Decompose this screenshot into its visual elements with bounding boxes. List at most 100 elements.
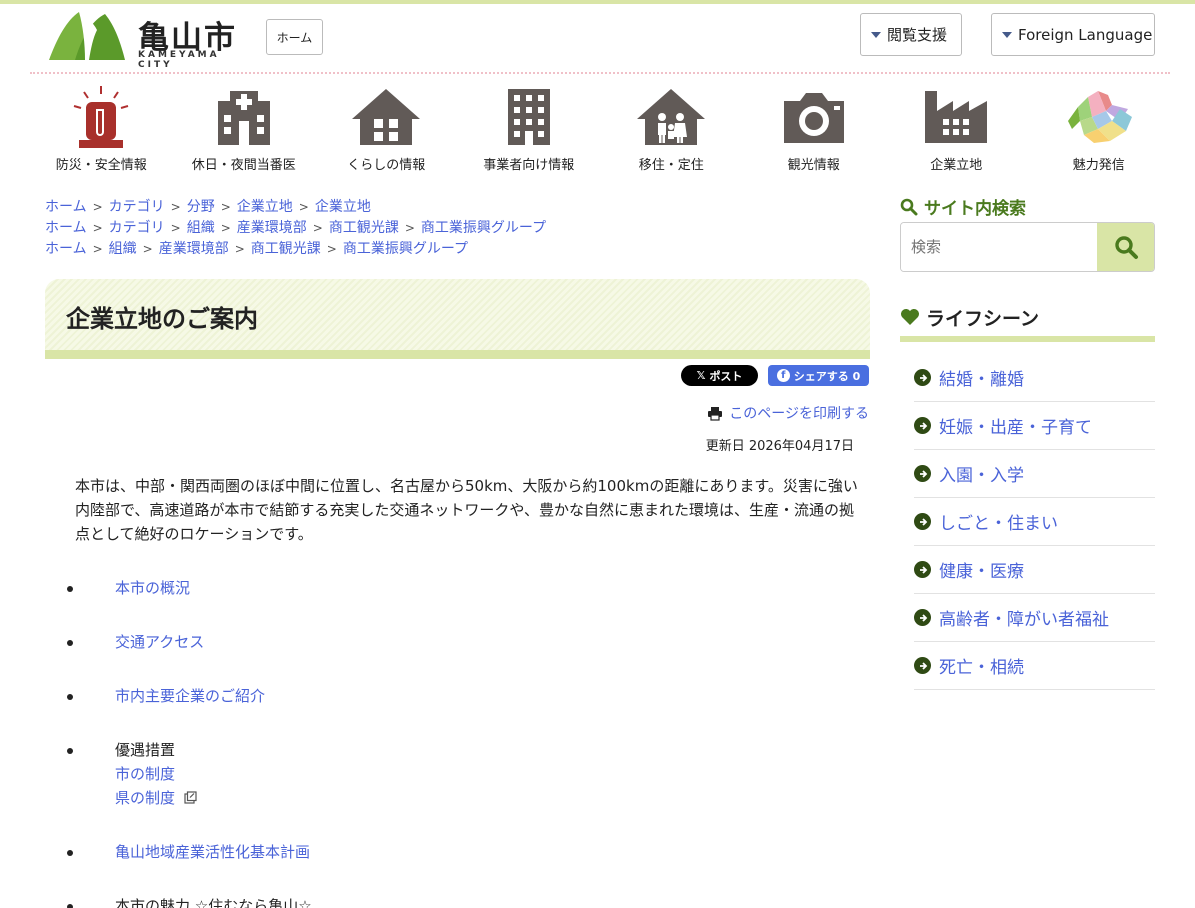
life-item-label: しごと・住まい <box>939 514 1058 534</box>
life-item[interactable]: 結婚・離婚 <box>914 354 1155 402</box>
breadcrumb-link[interactable]: 企業立地 <box>237 199 293 215</box>
foreign-language-label: Foreign Language <box>1018 25 1153 44</box>
breadcrumb-link[interactable]: 組織 <box>187 220 215 236</box>
search-icon <box>900 198 918 215</box>
breadcrumb-link[interactable]: カテゴリ <box>109 199 165 215</box>
breadcrumb-link[interactable]: 商工観光課 <box>251 241 321 257</box>
incentives-label: 優遇措置 <box>115 741 176 759</box>
life-item-label: 死亡・相続 <box>939 658 1024 678</box>
link-basic-plan[interactable]: 亀山地域産業活性化基本計画 <box>115 843 310 861</box>
nav-label: 休日・夜間当番医 <box>191 158 296 173</box>
chevron-right-icon: > <box>142 242 153 256</box>
list-item: 優遇措置 市の制度 県の制度 <box>67 738 865 810</box>
breadcrumb-link[interactable]: カテゴリ <box>109 220 165 236</box>
caret-down-icon <box>871 31 881 38</box>
factory-icon <box>885 84 1028 150</box>
search-submit-button[interactable] <box>1097 223 1154 271</box>
hospital-icon <box>173 84 316 150</box>
nav-item-living[interactable]: くらしの情報 <box>315 84 458 179</box>
facebook-share-button[interactable]: f シェアする 0 <box>768 365 869 386</box>
breadcrumb-link[interactable]: 分野 <box>187 199 215 215</box>
breadcrumb-link[interactable]: ホーム <box>45 241 87 257</box>
life-item[interactable]: 健康・医療 <box>914 546 1155 594</box>
search-input[interactable] <box>901 223 1097 271</box>
home-button[interactable]: ホーム <box>266 19 323 55</box>
breadcrumb-link[interactable]: ホーム <box>45 199 87 215</box>
reading-support-button[interactable]: 閲覧支援 <box>860 13 962 56</box>
print-page-link[interactable]: このページを印刷する <box>707 403 869 423</box>
breadcrumb-link[interactable]: 企業立地 <box>315 199 371 215</box>
life-item-label: 結婚・離婚 <box>939 370 1024 390</box>
nav-item-business[interactable]: 事業者向け情報 <box>458 84 601 179</box>
print-label: このページを印刷する <box>729 406 869 422</box>
nav-item-migration[interactable]: 移住・定住 <box>600 84 743 179</box>
global-nav: 防災・安全情報 休日・夜間当番医 くらしの情報 事業者向け情報 移住・定住 観光… <box>30 84 1170 179</box>
nav-item-holiday-doctor[interactable]: 休日・夜間当番医 <box>173 84 316 179</box>
nav-item-tourism[interactable]: 観光情報 <box>743 84 886 179</box>
chevron-right-icon: > <box>170 200 181 214</box>
life-item[interactable]: しごと・住まい <box>914 498 1155 546</box>
chevron-right-icon: > <box>312 221 323 235</box>
breadcrumb-trail: ホーム > 組織 > 産業環境部 > 商工観光課 > 商工業振興グループ <box>45 239 546 260</box>
chevron-right-icon: > <box>92 221 103 235</box>
chevron-right-icon: > <box>234 242 245 256</box>
link-city-system[interactable]: 市の制度 <box>115 765 175 783</box>
breadcrumb-link[interactable]: 組織 <box>109 241 137 257</box>
link-companies[interactable]: 市内主要企業のご紹介 <box>115 687 265 705</box>
siren-icon <box>30 84 173 150</box>
intro-paragraph: 本市は、中部・関西両圏のほぼ中間に位置し、名古屋から50km、大阪から約100k… <box>75 477 858 543</box>
site-search-heading: サイト内検索 <box>900 194 1026 219</box>
life-item[interactable]: 死亡・相続 <box>914 642 1155 690</box>
x-post-button[interactable]: 𝕏 ポスト <box>681 365 758 386</box>
arrow-right-icon <box>914 657 931 674</box>
life-item[interactable]: 高齢者・障がい者福祉 <box>914 594 1155 642</box>
x-post-label: ポスト <box>709 369 743 383</box>
arrow-right-icon <box>914 417 931 434</box>
site-header: 亀山市 KAMEYAMA CITY ホーム 閲覧支援 Foreign Langu… <box>0 4 1195 74</box>
heart-icon <box>901 309 919 325</box>
site-search-form <box>900 222 1155 272</box>
search-icon <box>1114 236 1138 259</box>
life-item[interactable]: 入園・入学 <box>914 450 1155 498</box>
content-link-list: 本市の概況 交通アクセス 市内主要企業のご紹介 優遇措置 市の制度 県の制度 亀… <box>67 576 865 908</box>
nav-item-appeal[interactable]: 魅力発信 <box>1028 84 1171 179</box>
breadcrumb-link[interactable]: 産業環境部 <box>159 241 229 257</box>
breadcrumb-link[interactable]: 商工業振興グループ <box>421 220 546 236</box>
facebook-icon: f <box>776 369 790 382</box>
nav-item-disaster[interactable]: 防災・安全情報 <box>30 84 173 179</box>
link-overview[interactable]: 本市の概況 <box>115 579 190 597</box>
reading-support-label: 閲覧支援 <box>887 26 948 44</box>
chevron-right-icon: > <box>220 200 231 214</box>
breadcrumb-link[interactable]: 産業環境部 <box>237 220 307 236</box>
chevron-right-icon: > <box>170 221 181 235</box>
caret-down-icon <box>1002 31 1012 38</box>
breadcrumb-link[interactable]: 商工業振興グループ <box>343 241 468 257</box>
charm-label: 本市の魅力 ☆住むなら亀山☆ <box>115 897 312 908</box>
life-item-label: 入園・入学 <box>939 466 1024 486</box>
chevron-right-icon: > <box>92 200 103 214</box>
chevron-right-icon: > <box>404 221 415 235</box>
breadcrumb-trail: ホーム > カテゴリ > 分野 > 企業立地 > 企業立地 <box>45 197 546 218</box>
foreign-language-button[interactable]: Foreign Language <box>991 13 1155 56</box>
nav-label: 観光情報 <box>787 158 840 173</box>
breadcrumb-link[interactable]: 商工観光課 <box>329 220 399 236</box>
search-heading-label: サイト内検索 <box>924 199 1026 219</box>
breadcrumb-trail: ホーム > カテゴリ > 組織 > 産業環境部 > 商工観光課 > 商工業振興グループ <box>45 218 546 239</box>
life-item-label: 妊娠・出産・子育て <box>939 418 1092 438</box>
logo-subtitle: KAMEYAMA CITY <box>138 50 220 70</box>
list-item: 交通アクセス <box>67 630 865 654</box>
link-access[interactable]: 交通アクセス <box>115 633 204 651</box>
social-buttons: 𝕏 ポスト f シェアする 0 <box>681 365 869 386</box>
x-logo-icon: 𝕏 <box>696 369 706 382</box>
chevron-right-icon: > <box>326 242 337 256</box>
nav-label: 移住・定住 <box>638 158 704 173</box>
breadcrumb-link[interactable]: ホーム <box>45 220 87 236</box>
life-item[interactable]: 妊娠・出産・子育て <box>914 402 1155 450</box>
site-logo[interactable]: 亀山市 KAMEYAMA CITY <box>47 8 247 70</box>
nav-label: 事業者向け情報 <box>483 158 575 173</box>
life-item-label: 健康・医療 <box>939 562 1024 582</box>
nav-item-industry-location[interactable]: 企業立地 <box>885 84 1028 179</box>
header-divider <box>30 72 1170 74</box>
house-icon <box>315 84 458 150</box>
link-pref-system[interactable]: 県の制度 <box>115 789 175 807</box>
